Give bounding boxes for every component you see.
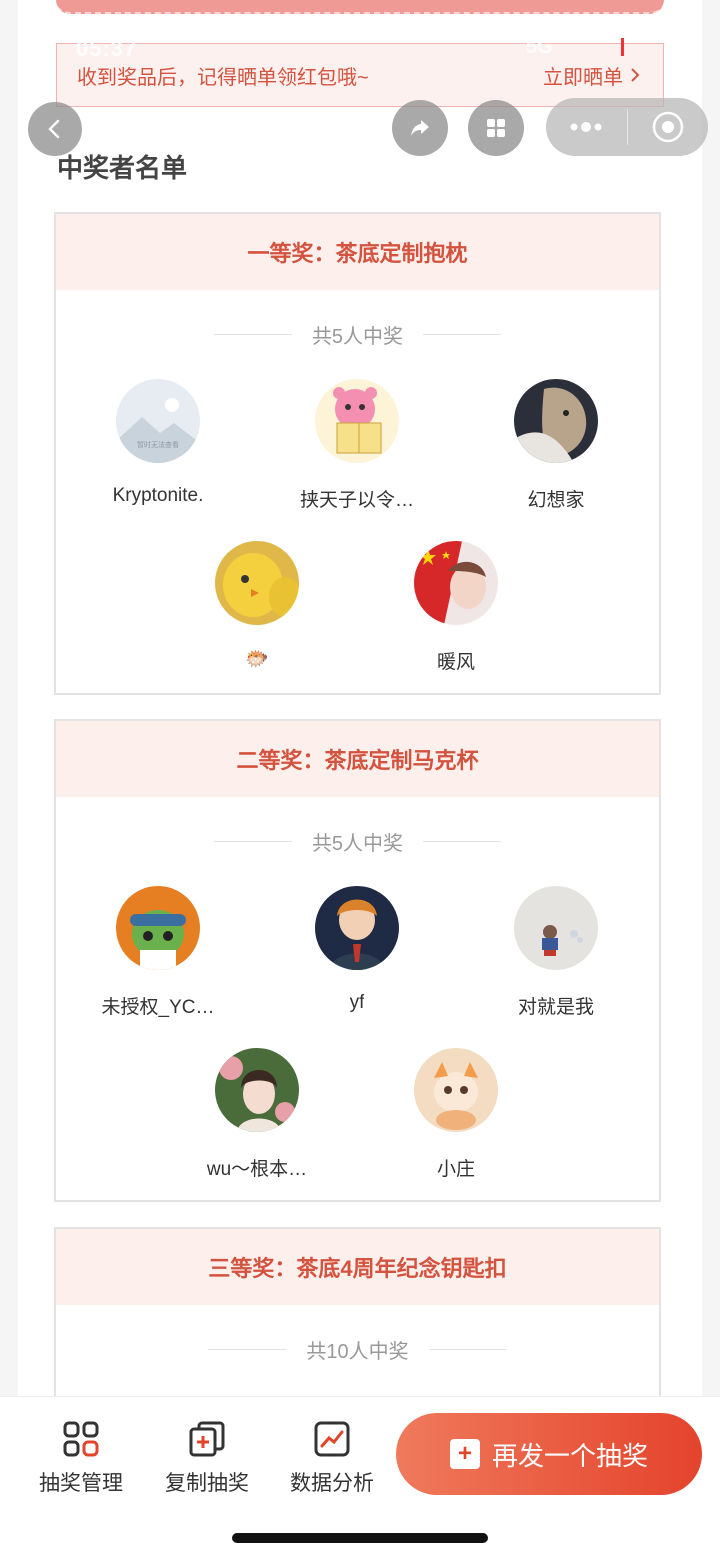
status-network: 5G — [526, 36, 553, 58]
grid-menu-button[interactable] — [468, 100, 524, 156]
tab-label: 复制抽奖 — [165, 1472, 249, 1495]
winner-item[interactable]: yf — [257, 886, 457, 1014]
more-dots-icon — [570, 122, 602, 132]
winner-count-row: 共5人中奖 — [56, 827, 659, 856]
notice-text: 收到奖品后，记得晒单领红包哦~ — [77, 66, 369, 89]
winner-count: 共5人中奖 — [311, 326, 404, 348]
divider-line — [423, 334, 502, 335]
tab-copy-lottery[interactable]: 复制抽奖 — [152, 1419, 262, 1497]
close-miniprogram-button[interactable] — [628, 98, 709, 156]
share-icon — [411, 120, 429, 136]
avatar — [514, 379, 598, 463]
winner-name: yf — [349, 992, 365, 1013]
new-lottery-label: 再发一个抽奖 — [491, 1440, 648, 1471]
apps-grid-icon — [63, 1421, 99, 1457]
divider-line — [428, 1349, 507, 1350]
tab-data-analysis[interactable]: 数据分析 — [277, 1419, 387, 1497]
winner-name: Kryptonite. — [112, 485, 204, 506]
grid-icon — [487, 119, 505, 137]
avatar — [215, 1048, 299, 1132]
tab-lottery-management[interactable]: 抽奖管理 — [26, 1419, 136, 1497]
winner-count: 共5人中奖 — [311, 833, 404, 855]
prize-card-first: 一等奖：茶底定制抱枕 共5人中奖 暂时无法查看 Kryptonite. 挟天子以… — [54, 212, 661, 695]
winner-name: 小庄 — [436, 1159, 475, 1180]
winner-count-row: 共5人中奖 — [56, 320, 659, 349]
avatar — [315, 886, 399, 970]
new-lottery-button[interactable]: + 再发一个抽奖 — [396, 1413, 702, 1495]
top-banner-remnant — [56, 0, 664, 14]
divider-line — [213, 841, 292, 842]
winner-name: 幻想家 — [527, 490, 585, 511]
winner-item[interactable]: 挟天子以令… — [257, 379, 457, 512]
miniprogram-capsule — [546, 98, 708, 156]
section-title: 中奖者名单 — [57, 153, 188, 183]
avatar — [315, 379, 399, 463]
divider-line — [213, 334, 292, 335]
winner-item[interactable]: 🐡 — [157, 541, 357, 671]
winner-name: 对就是我 — [517, 997, 594, 1018]
copy-add-icon — [189, 1421, 225, 1457]
share-now-label: 立即晒单 — [543, 66, 623, 89]
prize-title: 二等奖：茶底定制马克杯 — [56, 721, 659, 797]
prize-title: 三等奖：茶底4周年纪念钥匙扣 — [56, 1229, 659, 1305]
divider-line — [423, 841, 502, 842]
winner-item[interactable]: 小庄 — [356, 1048, 556, 1181]
chart-trend-icon — [314, 1421, 350, 1457]
divider-line — [208, 1349, 287, 1350]
battery-indicator — [621, 38, 624, 56]
winner-count: 共10人中奖 — [306, 1341, 409, 1363]
tab-label: 数据分析 — [290, 1472, 374, 1495]
home-indicator — [232, 1533, 488, 1543]
more-button[interactable] — [546, 98, 627, 156]
share-button[interactable] — [392, 100, 448, 156]
winner-item[interactable]: 未授权_YC… — [58, 886, 258, 1019]
winner-item[interactable]: 幻想家 — [456, 379, 656, 512]
share-now-link[interactable]: 立即晒单 — [543, 61, 641, 90]
chevron-left-icon — [48, 119, 60, 139]
avatar — [414, 1048, 498, 1132]
target-icon — [652, 111, 683, 143]
prize-title: 一等奖：茶底定制抱枕 — [56, 214, 659, 290]
prize-card-second: 二等奖：茶底定制马克杯 共5人中奖 未授权_YC… yf 对就是我 wu～根本…… — [54, 719, 661, 1202]
avatar — [414, 541, 498, 625]
plus-icon: + — [449, 1439, 480, 1469]
chevron-right-icon — [631, 68, 640, 82]
winner-name: wu～根本… — [206, 1159, 308, 1180]
avatar: 暂时无法查看 — [116, 379, 200, 463]
winner-item[interactable]: 暂时无法查看 Kryptonite. — [58, 379, 258, 507]
winner-item[interactable]: wu～根本… — [157, 1048, 357, 1181]
status-time: 05:37 — [76, 36, 138, 61]
winner-count-row: 共10人中奖 — [56, 1335, 659, 1364]
winner-name: 🐡 — [245, 649, 269, 670]
tab-label: 抽奖管理 — [39, 1472, 123, 1495]
winner-item[interactable]: 对就是我 — [456, 886, 656, 1019]
avatar-placeholder-text: 暂时无法查看 — [137, 440, 179, 449]
avatar — [116, 886, 200, 970]
winner-name: 暖风 — [436, 652, 475, 673]
winner-name: 挟天子以令… — [299, 490, 414, 511]
winner-name: 未授权_YC… — [101, 997, 215, 1018]
avatar — [514, 886, 598, 970]
winner-item[interactable]: 暖风 — [356, 541, 556, 674]
avatar — [215, 541, 299, 625]
